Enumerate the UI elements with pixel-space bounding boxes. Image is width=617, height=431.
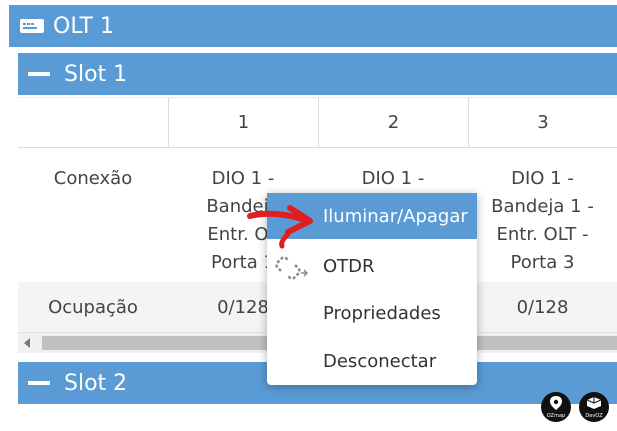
olt-title: OLT 1 bbox=[53, 13, 114, 39]
table-header-row: 1 2 3 bbox=[18, 97, 617, 148]
collapse-icon[interactable] bbox=[28, 72, 50, 76]
menu-item-propriedades[interactable]: Propriedades bbox=[267, 290, 477, 336]
cell-line: Porta 3 bbox=[510, 252, 575, 273]
column-header: 3 bbox=[468, 98, 617, 147]
cell-line: DIO 1 - bbox=[511, 168, 574, 189]
map-pin-icon bbox=[550, 396, 562, 410]
menu-item-label: OTDR bbox=[323, 255, 375, 277]
broken-link-icon bbox=[275, 256, 309, 280]
annotation-arrow-icon bbox=[247, 205, 313, 249]
table-header-empty bbox=[18, 98, 168, 147]
olt-device-icon bbox=[20, 19, 44, 33]
brand-label: OZmap bbox=[546, 413, 566, 419]
scroll-left-icon[interactable] bbox=[24, 338, 30, 348]
ozmap-logo: OZmap bbox=[541, 392, 571, 422]
connection-cell[interactable]: DIO 1 - Bandeja 1 - Entr. OLT - Porta 3 bbox=[468, 147, 617, 282]
cell-line: Bandeja 1 - bbox=[491, 196, 594, 217]
row-label: Ocupação bbox=[48, 296, 138, 318]
cell-line: Entr. OLT - bbox=[496, 224, 589, 245]
row-label-text: Conexão bbox=[53, 168, 133, 189]
devoz-logo: DevOZ bbox=[579, 392, 609, 422]
menu-item-label: Iluminar/Apagar bbox=[323, 205, 468, 227]
cell-line: DIO 1 - bbox=[361, 168, 425, 189]
brand-label: DevOZ bbox=[585, 413, 603, 419]
slot-2-title: Slot 2 bbox=[64, 370, 128, 396]
cube-icon bbox=[587, 397, 601, 409]
slot-1-header[interactable]: Slot 1 bbox=[18, 53, 617, 95]
olt-header[interactable]: OLT 1 bbox=[9, 5, 617, 47]
menu-item-label: Desconectar bbox=[323, 350, 437, 372]
menu-item-label: Propriedades bbox=[323, 302, 441, 324]
row-label: Conexão bbox=[18, 147, 168, 282]
column-header: 2 bbox=[318, 98, 468, 147]
collapse-icon[interactable] bbox=[28, 381, 50, 385]
cell-line: DIO 1 - bbox=[211, 168, 275, 189]
slot-1-title: Slot 1 bbox=[64, 61, 128, 87]
menu-item-desconectar[interactable]: Desconectar bbox=[267, 338, 477, 384]
occupancy-cell: 0/128 bbox=[516, 296, 569, 318]
column-header: 1 bbox=[168, 98, 318, 147]
